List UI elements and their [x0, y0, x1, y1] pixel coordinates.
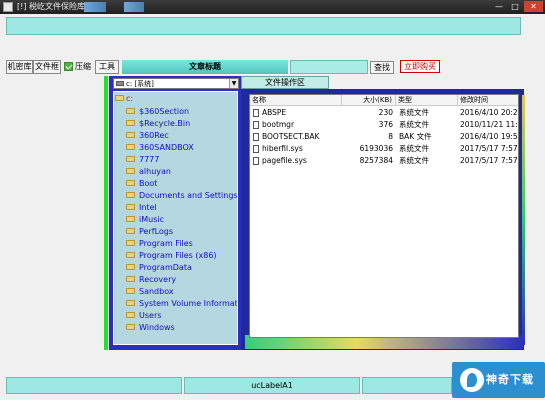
folder-icon: [126, 132, 135, 138]
folder-icon: [126, 264, 135, 270]
close-button[interactable]: ✕: [524, 1, 543, 12]
watermark-text: 神奇下载: [486, 373, 534, 386]
title-decoration: [84, 2, 106, 12]
column-header-size[interactable]: 大小(KB): [342, 95, 396, 106]
title-bar: [!] 税屹文件保险库 — □ ✕: [0, 0, 545, 14]
folder-icon: [126, 300, 135, 306]
article-title: 文章标题: [122, 60, 288, 74]
folder-icon: [126, 240, 135, 246]
folder-icon: [126, 324, 135, 330]
table-row[interactable]: pagefile.sys 8257384 系统文件 2017/5/17 7:57…: [250, 155, 518, 167]
folder-icon: [126, 276, 135, 282]
folder-icon: [126, 168, 135, 174]
file-icon: [253, 133, 259, 141]
column-header-modified[interactable]: 修改时间: [458, 95, 518, 106]
folder-icon: [126, 156, 135, 162]
status-segment: [6, 377, 182, 394]
window-title: [!] 税屹文件保险库: [17, 2, 85, 11]
folder-icon: [126, 252, 135, 258]
logo-icon: [460, 368, 484, 392]
folder-icon: [126, 120, 135, 126]
app-icon: [3, 2, 13, 12]
folder-icon: [126, 108, 135, 114]
search-button[interactable]: 查找: [370, 61, 394, 74]
table-row[interactable]: bootmgr 376 系统文件 2010/11/21 11:...: [250, 119, 518, 131]
nav-computer-button[interactable]: 机密库: [6, 60, 33, 74]
compress-checkbox[interactable]: [64, 62, 73, 71]
drive-select-value: c: [系统]: [126, 80, 154, 88]
tree-root-label: c:: [126, 94, 134, 103]
file-icon: [253, 121, 259, 129]
folder-icon: [126, 144, 135, 150]
left-accent-stripe: [104, 76, 108, 350]
status-segment: [362, 377, 452, 394]
title-decoration: [124, 2, 144, 12]
table-row[interactable]: hiberfil.sys 6193036 系统文件 2017/5/17 7:57…: [250, 143, 518, 155]
folder-icon: [126, 204, 135, 210]
maximize-button[interactable]: □: [508, 1, 522, 12]
column-header-name[interactable]: 名称: [250, 95, 342, 106]
panel-decoration: [522, 95, 525, 345]
file-list-header: 名称 大小(KB) 类型 修改时间: [250, 95, 518, 106]
table-row[interactable]: BOOTSECT.BAK 8 BAK 文件 2016/4/10 19:5...: [250, 131, 518, 143]
folder-tree[interactable]: c: $360Section $Recycle.Bin 360Rec 360SA…: [113, 91, 238, 345]
chevron-down-icon[interactable]: ▼: [229, 79, 238, 88]
tools-button[interactable]: 工具: [95, 60, 119, 74]
file-icon: [253, 109, 259, 117]
status-label: ucLabelA1: [184, 377, 360, 394]
folder-icon: [126, 228, 135, 234]
file-icon: [253, 145, 259, 153]
folder-icon: [126, 180, 135, 186]
file-list[interactable]: 名称 大小(KB) 类型 修改时间 ABSPE 230 系统文件 2016/4/…: [249, 94, 519, 338]
drive-icon: [116, 81, 124, 86]
column-header-type[interactable]: 类型: [396, 95, 458, 106]
search-input[interactable]: [290, 60, 368, 74]
watermark: 神奇下载: [452, 362, 545, 398]
folder-icon: [126, 312, 135, 318]
folder-icon: [115, 95, 124, 101]
top-banner: [6, 17, 521, 35]
folder-icon: [126, 216, 135, 222]
tab-file-operations[interactable]: 文件操作区: [241, 76, 329, 89]
nav-files-button[interactable]: 文件框: [33, 60, 61, 74]
folder-icon: [126, 192, 135, 198]
table-row[interactable]: ABSPE 230 系统文件 2016/4/10 20:2...: [250, 107, 518, 119]
drive-select[interactable]: c: [系统] ▼: [113, 78, 239, 89]
file-icon: [253, 157, 259, 165]
buy-now-button[interactable]: 立即购买: [400, 60, 440, 73]
folder-icon: [126, 288, 135, 294]
minimize-button[interactable]: —: [492, 1, 506, 12]
compress-label: 压缩: [75, 62, 91, 71]
